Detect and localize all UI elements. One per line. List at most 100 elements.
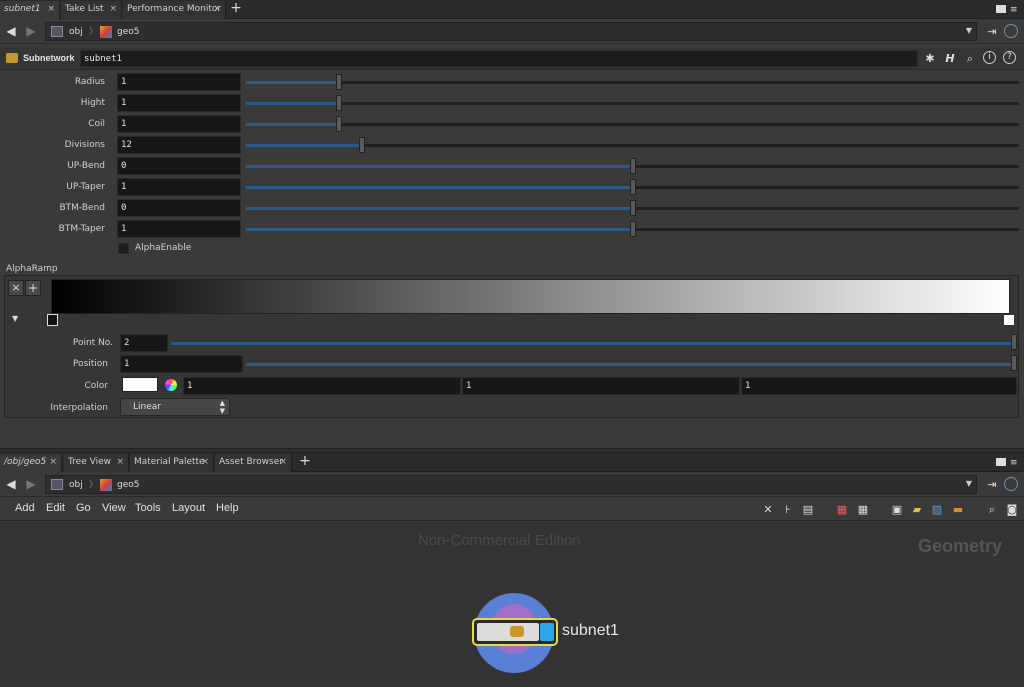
- close-tab-icon[interactable]: ×: [201, 454, 209, 471]
- interpolation-dropdown[interactable]: Linear ▲ ▼: [120, 398, 230, 416]
- close-tab-icon[interactable]: ×: [109, 1, 117, 18]
- param-slider-thumb[interactable]: [335, 116, 342, 132]
- menu-add[interactable]: Add: [15, 502, 35, 514]
- info-icon[interactable]: i: [983, 51, 996, 64]
- path-dropdown-icon[interactable]: ▼: [966, 479, 972, 488]
- path-dropdown-icon[interactable]: ▼: [966, 26, 972, 35]
- node-name-field[interactable]: subnet1: [80, 50, 918, 67]
- param-slider[interactable]: [246, 123, 1019, 126]
- tab-asset-browser[interactable]: Asset Browser ×: [215, 454, 292, 472]
- param-value-field[interactable]: 1: [117, 73, 241, 91]
- menu-go[interactable]: Go: [76, 502, 91, 514]
- param-value-field[interactable]: 1: [117, 94, 241, 112]
- param-value-field[interactable]: 1: [117, 115, 241, 133]
- grid-icon[interactable]: ▦: [856, 503, 870, 517]
- path-crumb-obj[interactable]: obj: [69, 478, 83, 492]
- menu-edit[interactable]: Edit: [46, 502, 65, 514]
- pane-menu-icon[interactable]: ≡: [1010, 4, 1022, 16]
- position-field[interactable]: 1: [120, 355, 243, 373]
- menu-help[interactable]: Help: [216, 502, 239, 514]
- maximize-pane-icon[interactable]: [996, 5, 1006, 13]
- help-h-icon[interactable]: H: [942, 51, 958, 67]
- menu-tools[interactable]: Tools: [135, 502, 161, 514]
- param-slider[interactable]: [246, 81, 1019, 84]
- color-b-field[interactable]: 1: [741, 377, 1017, 395]
- close-tab-icon[interactable]: ×: [47, 1, 55, 18]
- remove-point-button[interactable]: ×: [8, 280, 24, 296]
- tab-take-list[interactable]: Take List ×: [61, 1, 122, 19]
- tab-material-palette[interactable]: Material Palette ×: [130, 454, 214, 472]
- forward-arrow-icon[interactable]: ▶: [24, 24, 38, 38]
- param-slider-thumb[interactable]: [629, 158, 636, 174]
- ramp-expand-icon[interactable]: ▼: [12, 314, 18, 323]
- question-icon[interactable]: ?: [1003, 51, 1016, 64]
- param-slider[interactable]: [246, 102, 1019, 105]
- list-icon[interactable]: ▤: [801, 503, 815, 517]
- path-field[interactable]: obj 〉 geo5 ▼: [45, 22, 977, 41]
- tab-subnet1[interactable]: subnet1 ×: [0, 1, 60, 19]
- pin-icon[interactable]: ⇥: [984, 24, 1000, 40]
- menu-layout[interactable]: Layout: [172, 502, 205, 514]
- pane-menu-icon[interactable]: ≡: [1010, 457, 1022, 469]
- subnet-icon[interactable]: ▬: [951, 503, 965, 517]
- back-arrow-icon[interactable]: ◀: [4, 24, 18, 38]
- tab-obj-geo5[interactable]: /obj/geo5 ×: [0, 454, 62, 472]
- path-crumb-obj[interactable]: obj: [69, 25, 83, 39]
- param-slider-thumb[interactable]: [629, 179, 636, 195]
- tab-performance-monitor[interactable]: Performance Monitor ×: [123, 1, 226, 19]
- link-icon[interactable]: [1004, 477, 1018, 491]
- link-icon[interactable]: [1004, 24, 1018, 38]
- point-no-slider-thumb[interactable]: [1011, 334, 1017, 350]
- position-slider-thumb[interactable]: [1011, 355, 1017, 371]
- path-field[interactable]: obj 〉 geo5 ▼: [45, 475, 977, 494]
- maximize-pane-icon[interactable]: [996, 458, 1006, 466]
- close-tab-icon[interactable]: ×: [49, 454, 57, 471]
- param-value-field[interactable]: 12: [117, 136, 241, 154]
- tree-layout-icon[interactable]: ⊦: [781, 503, 795, 517]
- position-slider[interactable]: [246, 363, 1014, 366]
- back-arrow-icon[interactable]: ◀: [4, 477, 18, 491]
- gear-icon[interactable]: ✱: [922, 51, 938, 67]
- param-value-field[interactable]: 0: [117, 157, 241, 175]
- pin-icon[interactable]: ⇥: [984, 477, 1000, 493]
- param-value-field[interactable]: 1: [117, 178, 241, 196]
- ramp-key-end[interactable]: [1003, 314, 1015, 326]
- add-tab-button[interactable]: +: [229, 0, 243, 18]
- sticky-note-icon[interactable]: ▰: [910, 503, 924, 517]
- close-tab-icon[interactable]: ×: [279, 454, 287, 471]
- node-body[interactable]: [472, 618, 558, 646]
- add-tab-button[interactable]: +: [298, 453, 312, 471]
- alpha-enable-checkbox[interactable]: [118, 243, 129, 254]
- tab-tree-view[interactable]: Tree View ×: [64, 454, 129, 472]
- parameter-icon[interactable]: ▣: [890, 503, 904, 517]
- menu-view[interactable]: View: [102, 502, 126, 514]
- path-crumb-geo5[interactable]: geo5: [117, 25, 139, 39]
- search-icon[interactable]: ⌕: [962, 51, 978, 67]
- add-point-button[interactable]: +: [25, 280, 41, 296]
- color-swatch[interactable]: [122, 377, 158, 392]
- color-r-field[interactable]: 1: [183, 377, 461, 395]
- param-value-field[interactable]: 1: [117, 220, 241, 238]
- point-no-field[interactable]: 2: [120, 334, 168, 352]
- close-tab-icon[interactable]: ×: [116, 454, 124, 471]
- color-wheel-icon[interactable]: [165, 379, 177, 391]
- param-slider-thumb[interactable]: [629, 221, 636, 237]
- zoom-icon[interactable]: ⌕: [985, 503, 999, 517]
- param-slider-thumb[interactable]: [358, 137, 365, 153]
- path-crumb-geo5[interactable]: geo5: [117, 478, 139, 492]
- close-tab-icon[interactable]: ×: [213, 1, 221, 18]
- color-palette-icon[interactable]: ▦: [835, 503, 849, 517]
- wrench-icon[interactable]: ✕: [761, 503, 775, 517]
- param-slider-thumb[interactable]: [335, 95, 342, 111]
- display-flag[interactable]: [540, 623, 554, 641]
- point-no-slider[interactable]: [171, 342, 1014, 345]
- forward-arrow-icon[interactable]: ▶: [24, 477, 38, 491]
- camera-icon[interactable]: ◙: [1005, 503, 1019, 517]
- param-value-field[interactable]: 0: [117, 199, 241, 217]
- image-icon[interactable]: ▨: [930, 503, 944, 517]
- ramp-key-start[interactable]: [47, 314, 58, 326]
- param-slider-thumb[interactable]: [335, 74, 342, 90]
- param-slider-thumb[interactable]: [629, 200, 636, 216]
- alpha-ramp-gradient[interactable]: [51, 279, 1010, 314]
- color-g-field[interactable]: 1: [462, 377, 740, 395]
